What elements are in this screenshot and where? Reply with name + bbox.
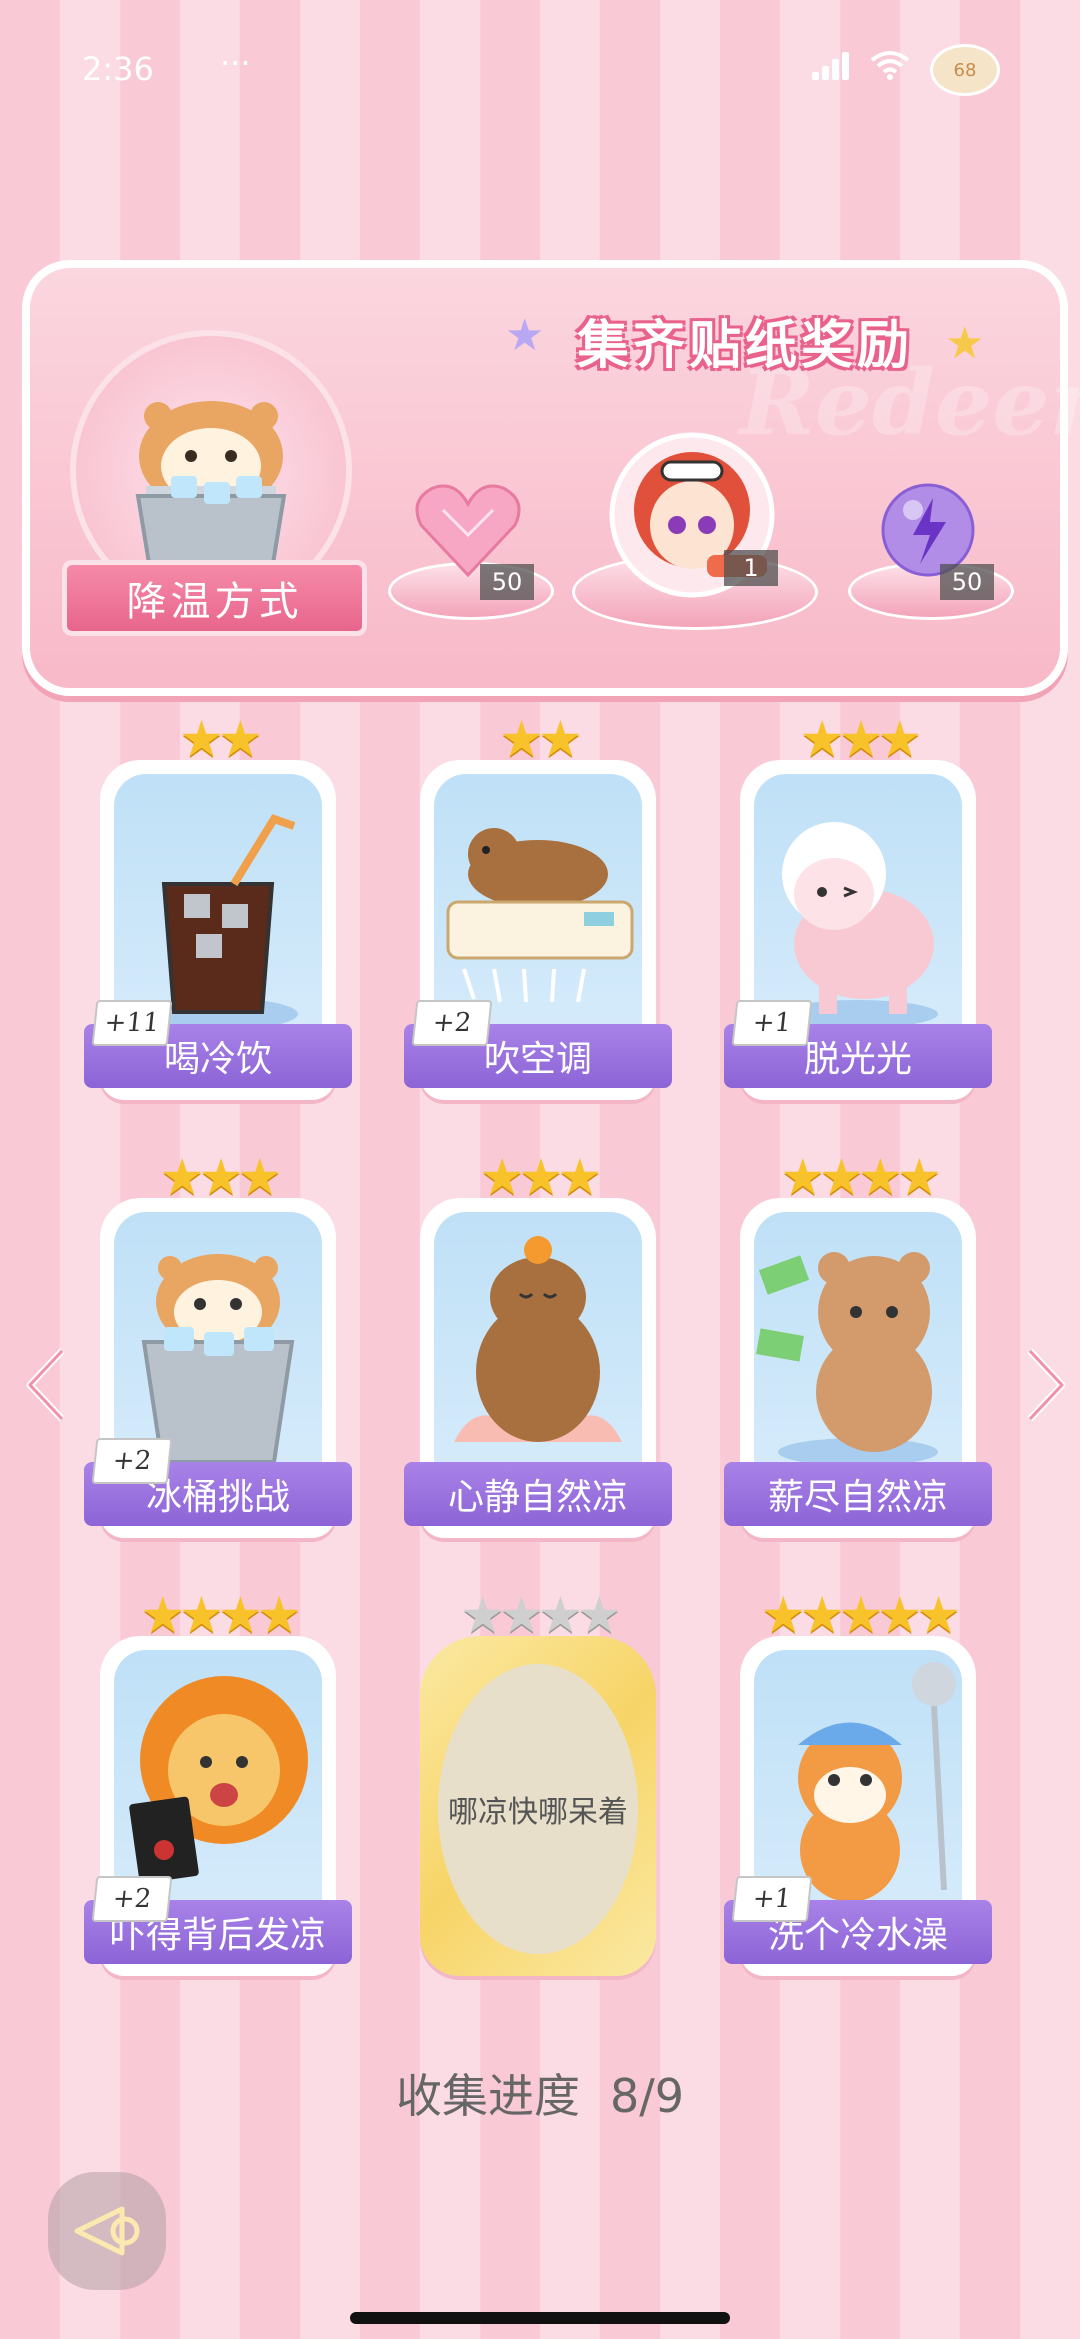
card-plus-count: +2: [411, 1000, 493, 1046]
sticker-card[interactable]: ★★ 吹空调 +2: [404, 714, 672, 1110]
back-button[interactable]: [48, 2172, 166, 2290]
signal-icon: [812, 50, 852, 80]
card-stars: ★★★: [730, 714, 986, 764]
card-stars: ★★: [90, 714, 346, 764]
card-stars: ★★★: [410, 1152, 666, 1202]
card-plus-count: +1: [731, 1000, 813, 1046]
sticker-card[interactable]: ★★ 喝冷饮 +11: [84, 714, 352, 1110]
sticker-card[interactable]: ★★★ 脱光光 +1: [724, 714, 992, 1110]
sticker-card[interactable]: ★★★ 冰桶挑战 +2: [84, 1152, 352, 1548]
next-page-arrow-icon[interactable]: [1020, 1345, 1070, 1425]
card-art: [114, 1212, 322, 1472]
banner-title-wrap: 集齐贴纸奖励: [545, 300, 945, 380]
prev-page-arrow-icon[interactable]: [22, 1345, 72, 1425]
cooling-method-label: 降温方式: [126, 579, 303, 625]
card-plus-count: +2: [91, 1876, 173, 1922]
card-stars: ★★: [410, 714, 666, 764]
status-more-dots: ···: [220, 44, 251, 82]
reward-count: 50: [480, 564, 534, 600]
reward-character[interactable]: 1: [572, 430, 818, 630]
battery-icon: 68: [930, 44, 1000, 96]
status-time: 2:36: [82, 50, 154, 88]
sticker-card[interactable]: ★★★★ 吓得背后发凉 +2: [84, 1590, 352, 1986]
card-label: 薪尽自然凉: [767, 1477, 948, 1518]
decor-star-icon: ★: [505, 310, 545, 361]
home-indicator: [350, 2312, 730, 2324]
sticker-card[interactable]: ★★★★ 薪尽自然凉: [724, 1152, 992, 1548]
card-label-ribbon: 薪尽自然凉: [724, 1462, 992, 1526]
collection-progress: 收集进度 8/9: [0, 2060, 1080, 2126]
card-art: [754, 774, 962, 1034]
cooling-method-label-box[interactable]: 降温方式: [62, 560, 367, 636]
decor-star-icon: ★: [945, 318, 985, 369]
progress-label: 收集进度: [395, 2069, 580, 2123]
card-plus-count: +1: [731, 1876, 813, 1922]
card-label-ribbon: 心静自然凉: [404, 1462, 672, 1526]
card-stars: ★★★★: [730, 1152, 986, 1202]
battery-level: 68: [953, 59, 977, 81]
back-arrow-icon: [74, 2206, 140, 2256]
wifi-icon: [870, 51, 910, 80]
progress-value: 8/9: [609, 2069, 685, 2123]
sticker-card[interactable]: ★★★★★ 洗个冷水澡 +1: [724, 1590, 992, 1986]
card-art: [114, 774, 322, 1034]
card-stars: ★★★★: [410, 1590, 666, 1640]
card-art: [754, 1212, 962, 1472]
card-plus-count: +2: [91, 1438, 173, 1484]
card-plus-count: +11: [91, 1000, 173, 1046]
card-art: [754, 1650, 962, 1910]
card-stars: ★★★★: [90, 1590, 346, 1640]
reward-count: 1: [724, 550, 778, 586]
sticker-card[interactable]: ★★★★ 哪凉快哪呆着: [410, 1590, 666, 1986]
card-label: 吹空调: [483, 1039, 592, 1080]
reward-count: 50: [940, 564, 994, 600]
banner-title: 集齐贴纸奖励: [576, 315, 913, 376]
card-art: [434, 1212, 642, 1472]
card-label: 喝冷饮: [163, 1039, 272, 1080]
card-label: 哪凉快哪呆着: [448, 1795, 628, 1830]
reward-lightning-orb[interactable]: 50: [848, 480, 1014, 620]
reward-heart-gem[interactable]: 50: [388, 480, 554, 620]
card-art: [434, 774, 642, 1034]
card-label: 心静自然凉: [447, 1477, 628, 1518]
status-bar: 2:36 ··· 68: [0, 0, 1080, 140]
sticker-card[interactable]: ★★★ 心静自然凉: [404, 1152, 672, 1548]
card-stars: ★★★: [90, 1152, 346, 1202]
locked-card-oval: 哪凉快哪呆着: [438, 1664, 638, 1954]
card-stars: ★★★★★: [730, 1590, 986, 1640]
card-art: [114, 1650, 322, 1910]
card-label: 脱光光: [803, 1039, 912, 1080]
